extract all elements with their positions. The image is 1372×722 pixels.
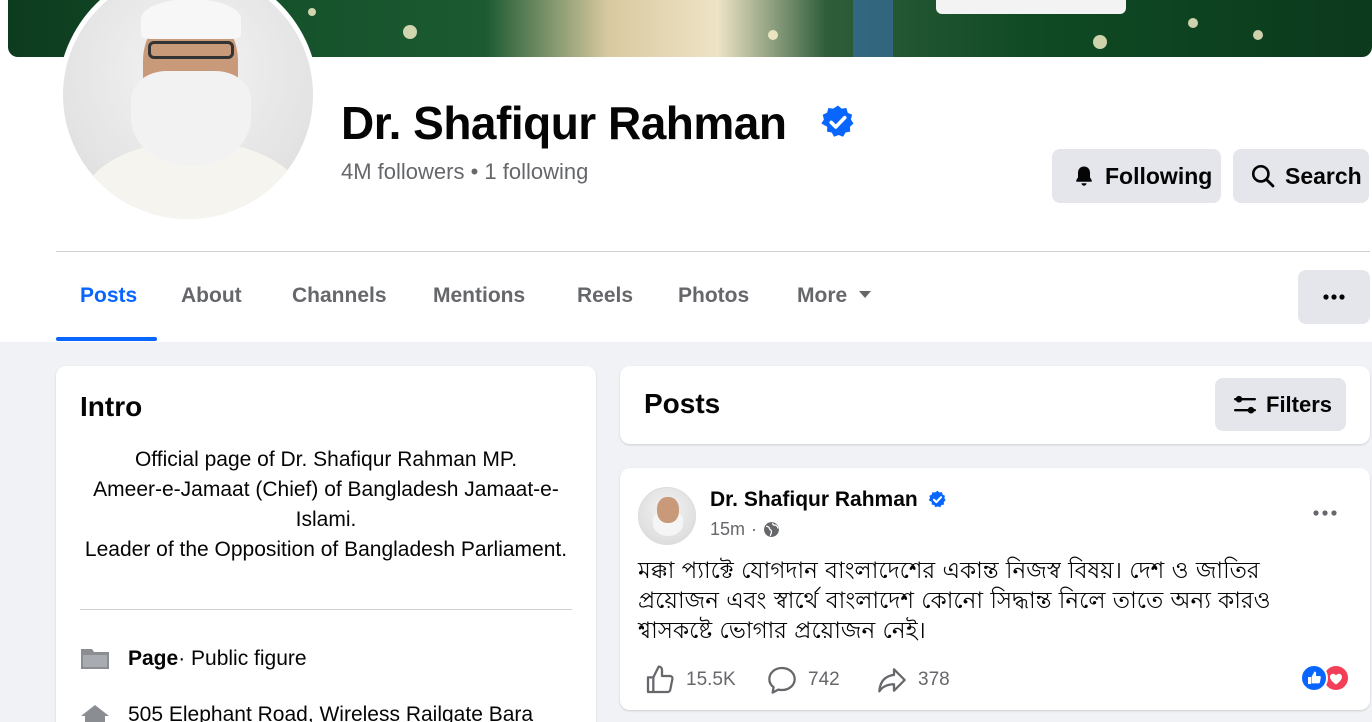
- globe-icon: [764, 522, 779, 537]
- address-row[interactable]: 505 Elephant Road, Wireless Railgate Bar…: [80, 703, 533, 722]
- tab-reels[interactable]: Reels: [577, 284, 633, 308]
- post-author-avatar[interactable]: [638, 487, 696, 545]
- comment-icon: [768, 666, 796, 694]
- avatar-glasses: [148, 41, 234, 59]
- avatar-cap: [141, 0, 241, 39]
- like-icon: [646, 665, 674, 694]
- more-dots-icon: [1313, 510, 1337, 516]
- tab-about[interactable]: About: [181, 284, 242, 308]
- tab-photos[interactable]: Photos: [678, 284, 749, 308]
- address-text: 505 Elephant Road, Wireless Railgate Bar…: [128, 703, 534, 722]
- following-button[interactable]: Following: [1052, 149, 1221, 203]
- intro-title: Intro: [80, 391, 143, 422]
- home-icon: [81, 705, 109, 722]
- page-flag-icon: [81, 649, 109, 669]
- post-time-text: 15m: [710, 519, 746, 539]
- post-avatar-face: [657, 497, 679, 523]
- tab-more[interactable]: More: [797, 284, 872, 308]
- tab-posts[interactable]: Posts: [80, 284, 137, 308]
- filters-label: Filters: [1266, 391, 1333, 417]
- post-author-name[interactable]: Dr. Shafiqur Rahman: [710, 488, 918, 512]
- comment-count: 742: [808, 669, 840, 690]
- bell-icon: [1076, 166, 1092, 186]
- profile-name: Dr. Shafiqur Rahman: [341, 97, 787, 149]
- follower-count[interactable]: 4M followers • 1 following: [341, 159, 588, 185]
- post-options-button[interactable]: [1300, 498, 1350, 528]
- tab-channels[interactable]: Channels: [292, 284, 387, 308]
- profile-avatar[interactable]: [58, 0, 318, 224]
- avatar-beard: [131, 71, 251, 166]
- cover-light: [1253, 30, 1263, 40]
- cover-flag-decoration: [853, 0, 893, 57]
- tab-mentions[interactable]: Mentions: [433, 284, 525, 308]
- cover-light: [403, 25, 417, 39]
- verified-badge-icon: [821, 105, 854, 137]
- reaction-summary[interactable]: [1294, 663, 1352, 693]
- like-button[interactable]: 15.5K: [644, 664, 736, 696]
- cover-light: [1188, 18, 1198, 28]
- post-timestamp[interactable]: 15m ·: [710, 519, 780, 540]
- intro-bio: Official page of Dr. Shafiqur Rahman MP.…: [80, 445, 572, 565]
- tab-more-label: More: [797, 284, 848, 307]
- separator-dot: ·: [751, 519, 758, 539]
- bio-line: Official page of Dr. Shafiqur Rahman MP.: [134, 448, 518, 471]
- page-category-label: Page: [128, 647, 179, 670]
- share-count: 378: [918, 669, 950, 690]
- search-label: Search: [1285, 162, 1362, 189]
- verified-badge-icon: [928, 490, 946, 508]
- post-card: Dr. Shafiqur Rahman 15m · মক্কা প্যাক্টে…: [620, 468, 1370, 710]
- like-count: 15.5K: [686, 669, 736, 690]
- post-body-text: মক্কা প্যাক্টে যোগদান বাংলাদেশের একান্ত …: [638, 558, 1271, 644]
- active-tab-indicator: [56, 337, 157, 341]
- like-reaction-icon: [1300, 664, 1328, 692]
- search-button[interactable]: Search: [1233, 149, 1369, 203]
- cover-banner-decoration: [936, 0, 1126, 14]
- page-category-row: Page · Public figure: [80, 647, 307, 671]
- cover-light: [1093, 35, 1107, 49]
- more-options-button[interactable]: [1298, 270, 1370, 324]
- filters-icon: [1234, 395, 1256, 413]
- dropdown-arrow-icon: [859, 290, 872, 298]
- header-divider: [56, 251, 1370, 252]
- search-icon: [1251, 164, 1275, 188]
- bio-line: Leader of the Opposition of Bangladesh P…: [84, 538, 568, 561]
- filters-button[interactable]: Filters: [1215, 378, 1346, 431]
- comment-button[interactable]: 742: [766, 664, 840, 696]
- posts-section-title: Posts: [644, 388, 721, 419]
- intro-card: Intro Official page of Dr. Shafiqur Rahm…: [56, 366, 596, 722]
- page-category-value: · Public figure: [178, 647, 307, 670]
- avatar-photo: [63, 0, 313, 219]
- share-button[interactable]: 378: [876, 664, 950, 696]
- cover-light: [308, 8, 316, 16]
- intro-divider: [80, 609, 572, 610]
- cover-light: [768, 30, 778, 40]
- posts-header-card: Posts Filters: [620, 366, 1370, 444]
- more-dots-icon: [1323, 294, 1345, 300]
- share-icon: [878, 668, 906, 693]
- bio-line: Ameer-e-Jamaat (Chief) of Bangladesh Jam…: [93, 478, 559, 531]
- following-label: Following: [1105, 162, 1213, 189]
